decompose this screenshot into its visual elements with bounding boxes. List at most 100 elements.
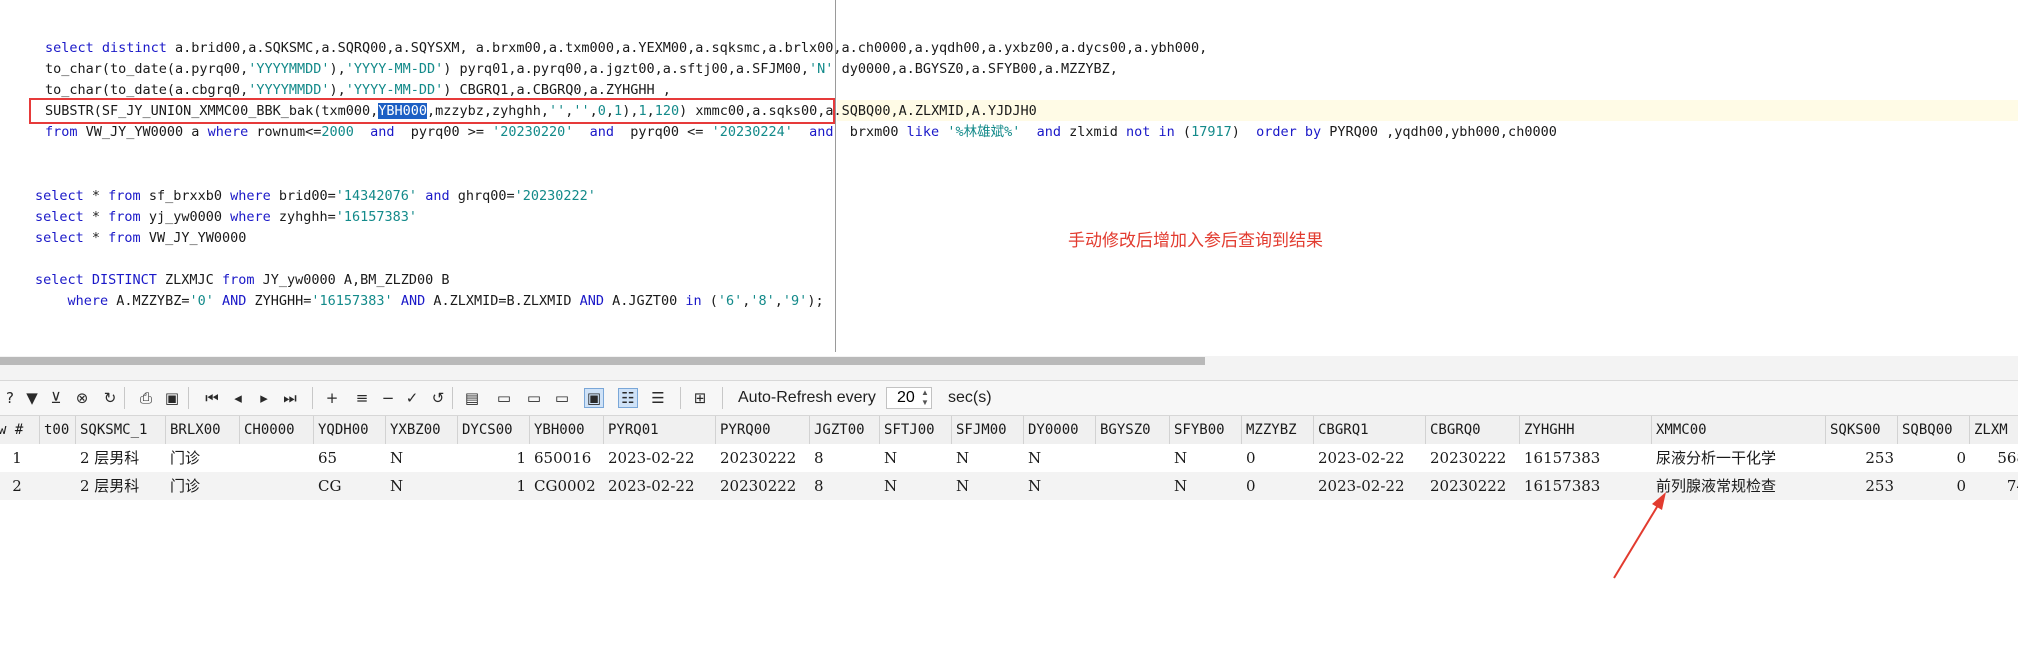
filter-icon[interactable]: ▼ (22, 388, 42, 408)
table-cell[interactable]: 1 (458, 472, 530, 500)
table-cell[interactable]: 0 (1242, 444, 1314, 472)
table-cell[interactable]: 2023-02-22 (1314, 444, 1426, 472)
table-cell[interactable]: N (952, 444, 1024, 472)
table-cell[interactable]: 8 (810, 472, 880, 500)
post-icon[interactable]: ✓ (402, 388, 422, 408)
table-cell[interactable]: 253 (1826, 472, 1898, 500)
form-view-icon[interactable]: ▤ (462, 388, 482, 408)
column-header[interactable]: PYRQ01 (604, 416, 716, 444)
sql-editor[interactable]: select distinct a.brid00,a.SQKSMC,a.SQRQ… (0, 0, 2018, 352)
column-header[interactable]: SQKSMC_1 (76, 416, 166, 444)
table-cell[interactable]: 16157383 (1520, 444, 1652, 472)
table-cell[interactable]: 74 (1970, 472, 2018, 500)
table-row[interactable]: 12 层男科 门诊 65 N 1 650016 2023-02-22 20230222 8 N N N… (0, 444, 2018, 472)
first-record-icon[interactable]: ⏮ (202, 388, 222, 408)
table-cell[interactable]: 2023-02-22 (604, 472, 716, 500)
save-icon[interactable]: ▣ (162, 388, 182, 408)
table-cell[interactable]: N (1170, 444, 1242, 472)
code-line[interactable]: to_char(to_date(a.cbgrq0,'YYYYMMDD'),'YY… (45, 80, 671, 100)
def-icon[interactable]: ▭ (494, 388, 514, 408)
column-header[interactable]: YQDH00 (314, 416, 386, 444)
table-cell[interactable]: N (1024, 444, 1096, 472)
column-header[interactable]: DY0000 (1024, 416, 1096, 444)
column-header[interactable]: XMMC00 (1652, 416, 1826, 444)
column-header[interactable]: CBGRQ0 (1426, 416, 1520, 444)
row-number[interactable]: 1 (0, 444, 40, 472)
table-cell[interactable]: 1 (458, 444, 530, 472)
n-icon[interactable]: ▭ (552, 388, 572, 408)
table-cell[interactable]: 门诊 (166, 472, 240, 500)
prior-record-icon[interactable]: ◂ (228, 388, 248, 408)
table-cell[interactable]: 2023-02-22 (604, 444, 716, 472)
print-icon[interactable]: ⎙ (136, 388, 156, 408)
table-cell[interactable]: 20230222 (1426, 444, 1520, 472)
help-icon[interactable]: ? (0, 388, 20, 408)
cancel-icon[interactable]: ⊗ (72, 388, 92, 408)
table-cell[interactable]: 65 (314, 444, 386, 472)
table-cell[interactable]: N (1170, 472, 1242, 500)
row-number[interactable]: 2 (0, 472, 40, 500)
table-cell[interactable] (240, 472, 314, 500)
code-line[interactable]: from VW_JY_YW0000 a where rownum<=2000 a… (45, 122, 1557, 142)
column-header[interactable]: BGYSZ0 (1096, 416, 1170, 444)
code-line[interactable]: select * from VW_JY_YW0000 (35, 228, 246, 248)
column-header[interactable]: DYCS00 (458, 416, 530, 444)
column-header[interactable]: CBGRQ1 (1314, 416, 1426, 444)
table-cell[interactable]: N (880, 472, 952, 500)
d-icon[interactable]: ▭ (524, 388, 544, 408)
table-cell[interactable]: 2023-02-22 (1314, 472, 1426, 500)
table-cell[interactable]: 0 (1242, 472, 1314, 500)
structure-icon[interactable]: ☰ (648, 388, 668, 408)
nd-icon[interactable]: ▣ (584, 388, 604, 408)
column-header[interactable]: MZZYBZ (1242, 416, 1314, 444)
column-header[interactable]: ZLXM (1970, 416, 2018, 444)
table-cell[interactable]: 2 层男科 (76, 472, 166, 500)
table-cell[interactable] (40, 444, 76, 472)
column-header[interactable]: PYRQ00 (716, 416, 810, 444)
insert-record-icon[interactable]: + (322, 388, 342, 408)
last-record-icon[interactable]: ⏭ (280, 388, 300, 408)
table-cell[interactable]: N (952, 472, 1024, 500)
scrollbar-thumb[interactable] (0, 357, 1205, 365)
table-cell[interactable]: 20230222 (1426, 472, 1520, 500)
table-cell[interactable]: 650016 (530, 444, 604, 472)
column-header[interactable]: SQKS00 (1826, 416, 1898, 444)
column-header[interactable]: SFYB00 (1170, 416, 1242, 444)
table-cell[interactable]: 0 (1898, 444, 1970, 472)
code-line[interactable]: select distinct a.brid00,a.SQKSMC,a.SQRQ… (45, 38, 1207, 58)
table-cell[interactable]: 20230222 (716, 472, 810, 500)
table-cell[interactable]: 0 (1898, 472, 1970, 500)
stepper-arrows-icon[interactable]: ▲ ▼ (919, 388, 931, 408)
refresh-record-icon[interactable]: ↺ (428, 388, 448, 408)
column-header[interactable]: SFJM00 (952, 416, 1024, 444)
table-cell[interactable]: 568 (1970, 444, 2018, 472)
column-header[interactable]: t00 (40, 416, 76, 444)
refresh-icon[interactable]: ↻ (100, 388, 120, 408)
horizontal-scrollbar[interactable] (0, 356, 2018, 366)
table-cell[interactable]: CG0002 (530, 472, 604, 500)
next-record-icon[interactable]: ▸ (254, 388, 274, 408)
table-cell[interactable]: 尿液分析一干化学 (1652, 444, 1826, 472)
refresh-interval-stepper[interactable]: 20 ▲ ▼ (886, 387, 932, 409)
column-header[interactable]: w # (0, 416, 40, 444)
code-line[interactable]: select DISTINCT ZLXMJC from JY_yw0000 A,… (35, 270, 450, 290)
delete-icon[interactable]: − (378, 388, 398, 408)
grid-view-icon[interactable]: ☷ (618, 388, 638, 408)
clear-filter-icon[interactable]: ⊻ (46, 388, 66, 408)
code-line[interactable]: select * from yj_yw0000 where zyhghh='16… (35, 207, 417, 227)
column-header[interactable]: CH0000 (240, 416, 314, 444)
table-cell[interactable] (1096, 472, 1170, 500)
table-cell[interactable]: N (386, 444, 458, 472)
export-icon[interactable]: ⊞ (690, 388, 710, 408)
table-cell[interactable]: CG (314, 472, 386, 500)
table-cell[interactable]: N (880, 444, 952, 472)
pane-splitter[interactable] (0, 366, 2018, 381)
column-header[interactable]: YXBZ00 (386, 416, 458, 444)
column-header[interactable]: ZYHGHH (1520, 416, 1652, 444)
table-cell[interactable] (240, 444, 314, 472)
table-cell[interactable]: 20230222 (716, 444, 810, 472)
table-cell[interactable] (40, 472, 76, 500)
table-cell[interactable]: 门诊 (166, 444, 240, 472)
table-cell[interactable]: 253 (1826, 444, 1898, 472)
table-cell[interactable]: 2 层男科 (76, 444, 166, 472)
